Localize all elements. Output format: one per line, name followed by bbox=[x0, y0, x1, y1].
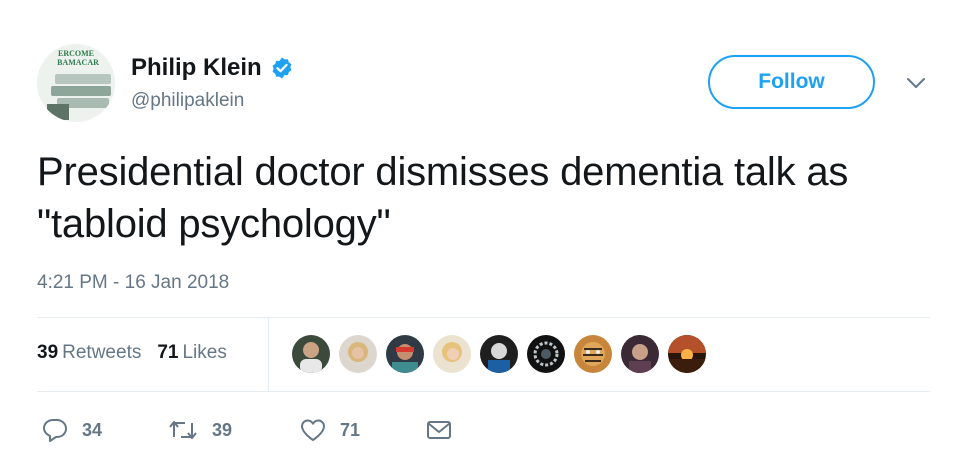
direct-message-button[interactable] bbox=[426, 419, 456, 441]
retweet-icon bbox=[168, 418, 198, 442]
heart-icon bbox=[300, 418, 326, 442]
tweet-text: Presidential doctor dismisses dementia t… bbox=[37, 150, 849, 246]
retweets-stat[interactable]: 39 Retweets bbox=[37, 342, 141, 364]
stats-divider bbox=[268, 318, 269, 391]
likes-stat[interactable]: 71 Likes bbox=[157, 342, 227, 364]
avatar[interactable]: ERCOME BAMACAR bbox=[37, 44, 115, 122]
tweet-actions: 34 39 71 bbox=[42, 418, 456, 442]
divider-bottom bbox=[37, 391, 930, 392]
verified-badge-icon bbox=[270, 56, 294, 80]
retweet-count: 39 bbox=[212, 419, 233, 440]
divider-top bbox=[37, 317, 930, 318]
reply-count: 34 bbox=[82, 419, 103, 440]
liker-avatar[interactable] bbox=[668, 335, 706, 373]
avatar-text-1: ERCOME bbox=[58, 49, 94, 58]
author-display-name[interactable]: Philip Klein bbox=[131, 54, 262, 82]
reply-icon bbox=[42, 418, 68, 442]
retweets-label: Retweets bbox=[62, 342, 142, 363]
avatar-image: ERCOME BAMACAR bbox=[37, 44, 115, 122]
chevron-down-icon[interactable] bbox=[904, 74, 928, 92]
retweet-button[interactable]: 39 bbox=[168, 418, 300, 442]
like-count: 71 bbox=[340, 419, 361, 440]
likes-count: 71 bbox=[157, 342, 179, 363]
liker-avatar[interactable] bbox=[621, 335, 659, 373]
likes-label: Likes bbox=[182, 342, 227, 363]
tweet-timestamp[interactable]: 4:21 PM - 16 Jan 2018 bbox=[37, 272, 229, 294]
tweet-stats: 39 Retweets 71 Likes bbox=[37, 342, 227, 364]
like-button[interactable]: 71 bbox=[300, 418, 426, 442]
reply-button[interactable]: 34 bbox=[42, 418, 162, 442]
liker-avatar[interactable] bbox=[386, 335, 424, 373]
liker-avatar[interactable] bbox=[292, 335, 330, 373]
retweets-count: 39 bbox=[37, 342, 59, 363]
author-handle[interactable]: @philipaklein bbox=[131, 90, 244, 112]
liker-avatar[interactable] bbox=[339, 335, 377, 373]
envelope-icon bbox=[426, 419, 452, 441]
avatar-text-2: BAMACAR bbox=[57, 58, 99, 67]
liker-avatar[interactable] bbox=[527, 335, 565, 373]
likers-avatars bbox=[292, 335, 706, 373]
author-name-row: Philip Klein bbox=[131, 54, 294, 82]
liker-avatar[interactable] bbox=[480, 335, 518, 373]
liker-avatar[interactable] bbox=[433, 335, 471, 373]
liker-avatar[interactable] bbox=[574, 335, 612, 373]
follow-button[interactable]: Follow bbox=[708, 55, 875, 109]
